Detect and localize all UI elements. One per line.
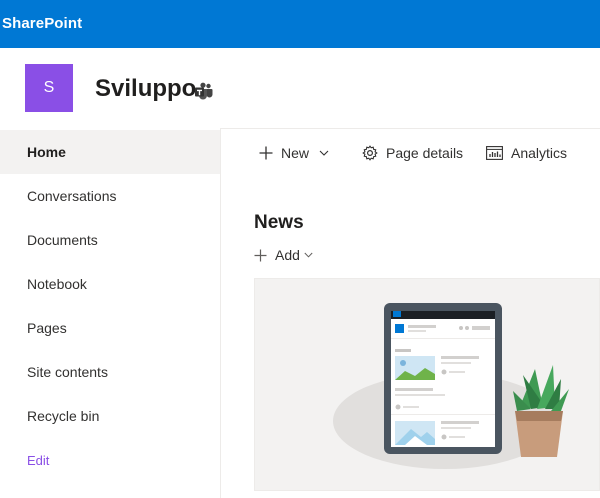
site-header: S Sviluppo bbox=[0, 48, 600, 128]
nav-item-notebook[interactable]: Notebook bbox=[0, 262, 220, 306]
news-section-title: News bbox=[254, 212, 304, 233]
news-placeholder-illustration bbox=[333, 303, 569, 469]
suite-bar: SharePoint bbox=[0, 0, 600, 48]
site-logo[interactable]: S bbox=[25, 64, 73, 112]
teams-icon[interactable] bbox=[194, 81, 214, 101]
news-add-button[interactable]: Add bbox=[254, 247, 313, 263]
nav-item-pages[interactable]: Pages bbox=[0, 306, 220, 350]
page-details-label: Page details bbox=[386, 145, 464, 161]
new-button-label: New bbox=[281, 145, 310, 161]
chevron-down-icon bbox=[304, 252, 313, 258]
nav-item-documents[interactable]: Documents bbox=[0, 218, 220, 262]
command-bar: New Page details Analytics bbox=[221, 128, 600, 177]
gear-icon bbox=[362, 145, 378, 161]
left-navigation: Home Conversations Documents Notebook Pa… bbox=[0, 128, 221, 498]
nav-item-label: Home bbox=[27, 144, 66, 160]
news-add-label: Add bbox=[275, 247, 300, 263]
nav-item-label: Pages bbox=[27, 320, 67, 336]
nav-item-site-contents[interactable]: Site contents bbox=[0, 350, 220, 394]
nav-item-label: Notebook bbox=[27, 276, 87, 292]
analytics-icon bbox=[486, 146, 503, 160]
nav-item-recycle-bin[interactable]: Recycle bin bbox=[0, 394, 220, 438]
nav-edit-link[interactable]: Edit bbox=[0, 438, 220, 482]
plus-icon bbox=[254, 249, 267, 261]
nav-item-home[interactable]: Home bbox=[0, 130, 220, 174]
nav-item-label: Conversations bbox=[27, 188, 117, 204]
analytics-label: Analytics bbox=[511, 145, 568, 161]
analytics-button[interactable]: Analytics bbox=[486, 143, 567, 163]
chevron-down-icon bbox=[319, 150, 329, 156]
news-placeholder-panel bbox=[254, 278, 600, 491]
nav-item-conversations[interactable]: Conversations bbox=[0, 174, 220, 218]
nav-item-label: Site contents bbox=[27, 364, 108, 380]
nav-item-label: Recycle bin bbox=[27, 408, 100, 424]
new-button[interactable]: New bbox=[259, 143, 329, 163]
plus-icon bbox=[259, 146, 273, 160]
nav-edit-label: Edit bbox=[27, 452, 50, 468]
site-logo-letter: S bbox=[43, 79, 55, 96]
page-details-button[interactable]: Page details bbox=[362, 143, 463, 163]
nav-item-label: Documents bbox=[27, 232, 98, 248]
app-brand-link[interactable]: SharePoint bbox=[2, 15, 82, 32]
site-title[interactable]: Sviluppo bbox=[95, 75, 196, 103]
